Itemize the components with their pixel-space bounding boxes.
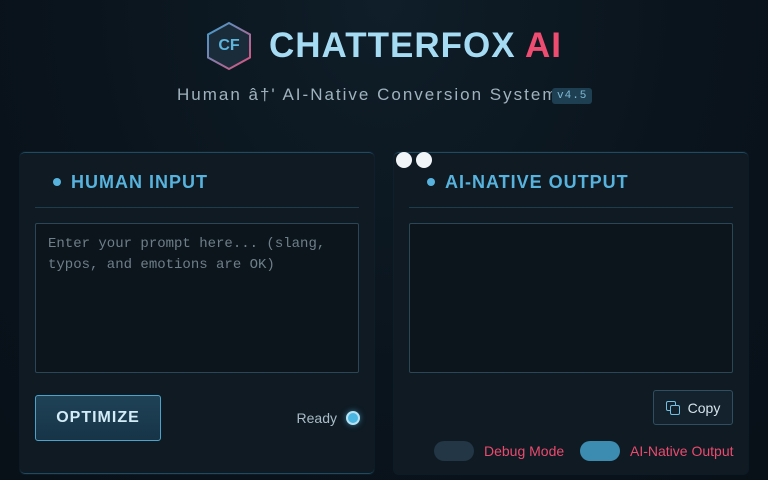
copy-button-label: Copy [687, 399, 721, 416]
window-dot-icon [396, 152, 412, 168]
ai-native-output-toggle-row: AI-Native Output [580, 441, 734, 461]
app-title: CHATTERFOX AI [269, 24, 562, 68]
optimize-button[interactable]: OPTIMIZE [35, 395, 161, 441]
prompt-input[interactable] [35, 223, 359, 373]
app-subtitle: Human â†' AI-Native Conversion System [177, 85, 559, 104]
output-textarea[interactable] [409, 223, 733, 373]
copy-icon [665, 400, 680, 415]
status-light-icon [346, 411, 360, 425]
debug-mode-toggle[interactable] [434, 441, 474, 461]
status-text: Ready [296, 410, 337, 426]
ai-native-output-toggle[interactable] [580, 441, 620, 461]
human-input-panel: HUMAN INPUT OPTIMIZE Ready [20, 152, 374, 474]
debug-mode-toggle-row: Debug Mode [434, 441, 564, 461]
bullet-dot-icon [53, 178, 61, 186]
window-dot-icon [416, 152, 432, 168]
input-panel-title-text: HUMAN INPUT [71, 171, 208, 192]
copy-button[interactable]: Copy [653, 390, 733, 425]
debug-mode-label: Debug Mode [484, 443, 565, 459]
app-title-main: CHATTERFOX [269, 26, 516, 65]
bullet-dot-icon [427, 178, 435, 186]
app-title-accent: AI [525, 26, 562, 65]
output-panel-divider [409, 207, 733, 208]
ai-native-output-panel: AI-NATIVE OUTPUT Copy Debug Mode AI-Nati… [394, 152, 748, 474]
status-indicator: Ready [297, 408, 360, 428]
app-header: CF CHATTERFOX AI Human â†' AI-Native Con… [0, 0, 768, 130]
input-panel-title: HUMAN INPUT [53, 172, 208, 192]
logo-text: CF [218, 37, 240, 54]
output-panel-title-text: AI-NATIVE OUTPUT [445, 171, 629, 192]
output-panel-title: AI-NATIVE OUTPUT [427, 172, 629, 192]
version-badge: v4.5 [552, 88, 593, 104]
ai-native-output-label: AI-Native Output [630, 443, 734, 459]
hexagon-logo-icon: CF [204, 21, 254, 71]
input-panel-divider [35, 207, 359, 208]
